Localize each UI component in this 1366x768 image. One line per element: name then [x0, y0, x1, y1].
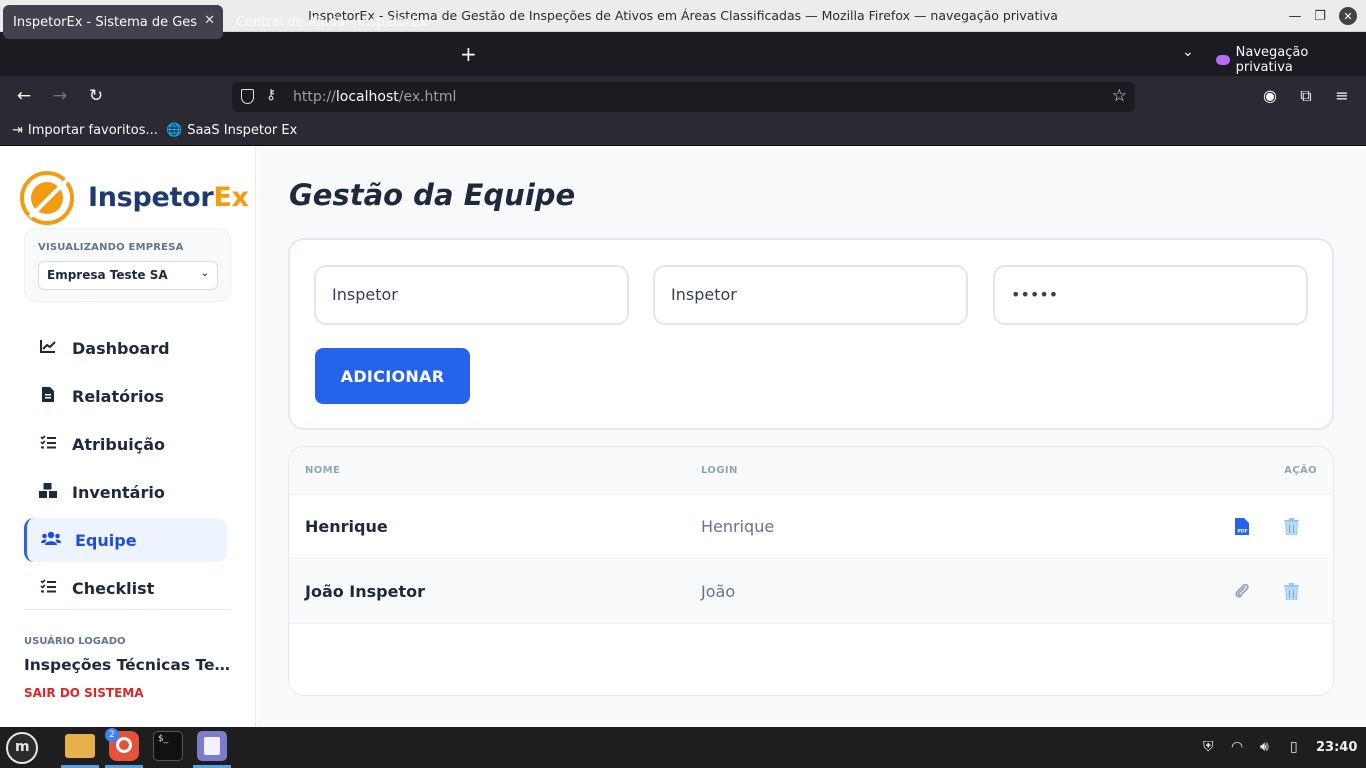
boxes-icon	[38, 482, 58, 502]
password-input[interactable]: •••••	[993, 265, 1308, 325]
close-window-icon[interactable]: ✕	[1339, 7, 1357, 25]
sidebar-item-relatorios[interactable]: Relatórios	[24, 374, 227, 418]
sidebar-item-label: Dashboard	[72, 338, 170, 358]
sidebar-item-checklist[interactable]: Checklist	[24, 566, 227, 610]
list-check-icon	[38, 579, 58, 597]
table-row: Henrique Henrique PDF	[289, 495, 1333, 559]
table-header: NOME LOGIN AÇÃO	[289, 447, 1333, 495]
company-selector-panel: VISUALIZANDO EMPRESA Empresa Teste SA ⌄	[24, 228, 231, 302]
private-browsing-label: Navegação privativa	[1235, 45, 1309, 75]
reload-icon[interactable]: ↻	[85, 86, 107, 106]
member-login: Henrique	[701, 517, 775, 536]
globe-icon: 🌐	[166, 123, 183, 138]
battery-icon[interactable]: ▯	[1290, 739, 1298, 755]
name-input[interactable]: Inspetor	[314, 265, 629, 325]
sidebar-item-label: Relatórios	[72, 386, 164, 406]
bookmark-label: SaaS Inspetor Ex	[187, 123, 298, 138]
paperclip-icon[interactable]	[1233, 580, 1251, 602]
column-header-action: AÇÃO	[1284, 465, 1317, 476]
sidebar-item-atribuicao[interactable]: Atribuição	[24, 422, 227, 466]
shield-update-icon[interactable]: ⛨	[1203, 739, 1214, 755]
logout-link[interactable]: SAIR DO SISTEMA	[24, 686, 144, 700]
notification-badge: 2	[105, 728, 119, 742]
table-row: João Inspetor João	[289, 560, 1333, 624]
trash-icon[interactable]	[1282, 580, 1300, 602]
close-tab-icon[interactable]: ✕	[204, 13, 215, 28]
users-icon	[41, 531, 61, 549]
company-select[interactable]: Empresa Teste SA ⌄	[38, 261, 218, 290]
file-manager-folder-icon[interactable]	[65, 734, 95, 758]
tab-central-de-ajuda[interactable]: Central de Ajuda - InspetorEx	[226, 5, 451, 39]
bookmark-import[interactable]: ⇥ Importar favoritos...	[12, 123, 158, 138]
logged-user-name: Inspeções Técnicas Terceirizadas	[24, 656, 232, 674]
tab-inspetorex[interactable]: InspetorEx - Sistema de Gestão ✕	[3, 5, 223, 39]
text-editor-icon[interactable]	[197, 731, 227, 761]
file-icon	[38, 386, 58, 406]
tab-label: InspetorEx - Sistema de Gestão	[13, 14, 197, 30]
new-tab-plus-icon[interactable]: +	[460, 42, 477, 66]
sidebar-item-label: Checklist	[72, 578, 155, 598]
hamburger-menu-icon[interactable]: ≡	[1332, 86, 1352, 105]
company-caption: VISUALIZANDO EMPRESA	[38, 242, 184, 253]
pdf-file-icon[interactable]: PDF	[1233, 515, 1251, 537]
add-member-form: Inspetor Inspetor ••••• ADICIONAR	[288, 238, 1334, 430]
mint-menu-icon[interactable]: m	[6, 732, 38, 764]
forward-arrow-icon[interactable]: →	[49, 86, 71, 106]
main-content: Gestão da Equipe Inspetor Inspetor •••••…	[257, 146, 1366, 727]
company-selected-value: Empresa Teste SA	[47, 268, 168, 282]
maximize-icon[interactable]: ❐	[1311, 7, 1329, 25]
shield-icon[interactable]	[241, 89, 254, 104]
member-name: Henrique	[305, 517, 388, 536]
terminal-icon[interactable]: $_	[153, 731, 183, 761]
clock[interactable]: 23:40	[1316, 740, 1357, 755]
bookmark-label: Importar favoritos...	[27, 123, 158, 138]
minimize-icon[interactable]: —	[1286, 7, 1304, 25]
bookmark-star-icon[interactable]: ☆	[1112, 86, 1127, 106]
sidebar-item-inventario[interactable]: Inventário	[24, 470, 227, 514]
brand-name: InspetorEx	[88, 182, 249, 213]
logged-user-caption: USUÁRIO LOGADO	[24, 636, 126, 647]
member-login: João	[701, 582, 736, 601]
wifi-icon[interactable]: ◠	[1231, 739, 1243, 755]
extensions-puzzle-icon[interactable]: ⧉	[1296, 86, 1316, 106]
url-bar[interactable]: ⚷ http://localhost/ex.html ☆	[232, 82, 1135, 112]
add-button[interactable]: ADICIONAR	[315, 348, 470, 404]
os-taskbar: m 2 $_ ⛨ ◠ 🔊︎ ▯ 23:40	[0, 727, 1366, 768]
sidebar-item-dashboard[interactable]: Dashboard	[24, 326, 227, 370]
chart-line-icon	[38, 339, 58, 357]
import-icon: ⇥	[12, 123, 23, 138]
login-input[interactable]: Inspetor	[653, 265, 968, 325]
private-browsing-indicator: Navegação privativa	[1216, 45, 1366, 75]
inspetorex-logo-icon	[20, 171, 74, 225]
bookmark-saas-inspetor[interactable]: 🌐 SaaS Inspetor Ex	[166, 123, 297, 138]
app-sidebar: InspetorEx VISUALIZANDO EMPRESA Empresa …	[0, 146, 256, 727]
sidebar-item-label: Equipe	[75, 530, 137, 550]
volume-icon[interactable]: 🔊︎	[1260, 739, 1269, 755]
column-header-login: LOGIN	[701, 465, 738, 476]
sidebar-divider	[24, 609, 231, 610]
url-text[interactable]: http://localhost/ex.html	[293, 89, 456, 105]
back-arrow-icon[interactable]: ←	[13, 86, 35, 106]
private-mask-icon	[1216, 55, 1230, 65]
account-icon[interactable]: ◉	[1260, 86, 1280, 105]
chevron-down-icon: ⌄	[200, 268, 209, 279]
key-icon[interactable]: ⚷	[266, 87, 276, 103]
sidebar-item-equipe[interactable]: Equipe	[24, 518, 227, 562]
sidebar-item-label: Inventário	[72, 482, 165, 502]
member-name: João Inspetor	[305, 582, 426, 601]
sidebar-item-label: Atribuição	[72, 434, 166, 454]
column-header-name: NOME	[305, 465, 341, 476]
trash-icon[interactable]	[1282, 515, 1300, 537]
svg-text:PDF: PDF	[1238, 528, 1248, 534]
list-check-icon	[38, 435, 58, 453]
tab-label: Central de Ajuda - InspetorEx	[236, 14, 428, 30]
list-all-tabs-chevron-icon[interactable]: ⌄	[1182, 44, 1194, 60]
team-table: NOME LOGIN AÇÃO Henrique Henrique PDF Jo…	[288, 446, 1334, 696]
page-title: Gestão da Equipe	[289, 178, 576, 212]
